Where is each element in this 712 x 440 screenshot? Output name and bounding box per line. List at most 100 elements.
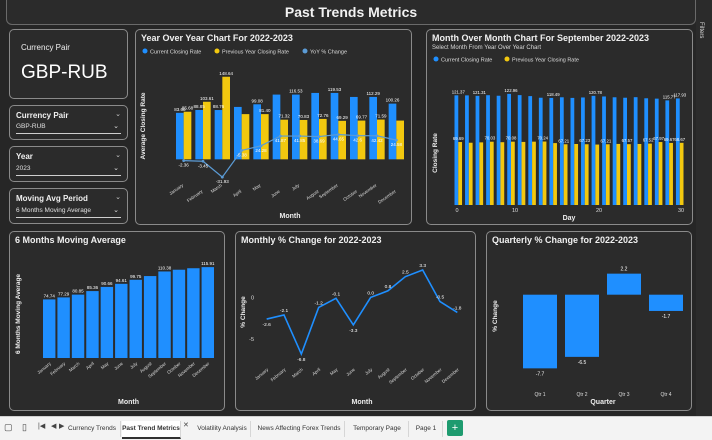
x-tick-label: November	[424, 367, 443, 384]
bar-current	[612, 97, 617, 205]
data-label: 70.03	[485, 136, 496, 141]
chevron-down-icon[interactable]: ⌄	[113, 121, 119, 133]
filter-currency-pair[interactable]: Currency Pair ⌄ GBP-RUB ⌄	[9, 105, 128, 140]
bar-moving-average	[172, 269, 186, 358]
x-tick-label: 30	[678, 208, 684, 214]
data-label: 88.85	[194, 104, 206, 109]
desktop-view-icon[interactable]: ▢	[4, 422, 13, 433]
tab-volatility-analysis[interactable]: Volatility Analysis	[194, 421, 251, 437]
bar-current	[388, 103, 397, 160]
quarterly-change-chart-card[interactable]: Quarterly % Change for 2022-2023 % Chang…	[486, 231, 692, 411]
legend-marker	[214, 48, 220, 54]
bar-current	[350, 96, 358, 160]
dropdown-value: 2023	[16, 165, 31, 172]
yoy-label: 44.65	[333, 137, 345, 142]
bar-current	[559, 97, 564, 205]
bar-current	[517, 95, 522, 205]
tab-temporary-page[interactable]: Temporary Page	[346, 421, 409, 437]
x-tick-label: December	[441, 367, 460, 384]
bar-current	[644, 98, 649, 205]
data-label: 67.23	[579, 138, 590, 143]
quarterly-change-chart[interactable]: % Change Quarter -7.7 Qtr 1 -6.5 Qtr 2 2.2 Qtr …	[487, 246, 690, 409]
legend-marker	[504, 56, 510, 62]
chevron-down-icon[interactable]: ⌄	[115, 151, 121, 159]
chevron-down-icon[interactable]: ⌄	[113, 163, 119, 175]
yoy-label: -5.38	[237, 152, 248, 157]
yoy-chart[interactable]: Current Closing Rate Previous Year Closin…	[136, 46, 410, 222]
data-label: -6.5	[578, 360, 587, 366]
bar-moving-average	[115, 283, 128, 358]
y-axis-label: % Change	[240, 296, 247, 328]
bar-current	[654, 98, 659, 205]
bar-current	[623, 97, 627, 205]
bar-current	[507, 93, 511, 205]
add-page-button[interactable]: +	[447, 420, 463, 436]
tab-news-affecting-forex-trends[interactable]: News Affecting Forex Trends	[254, 421, 345, 437]
yoy-chart-card[interactable]: Year Over Year Chart For 2022-2023 Curre…	[135, 29, 412, 225]
x-tick-label: April	[85, 361, 95, 371]
y-tick-label: -5	[249, 337, 254, 343]
yoy-point	[259, 144, 263, 148]
mom-chart[interactable]: Current Closing Rate Previous Year Closin…	[427, 53, 691, 223]
tab-currency-trends[interactable]: Currency Trends	[64, 421, 121, 437]
bar-current	[486, 95, 490, 205]
bar-current	[475, 95, 480, 205]
filter-year[interactable]: Year ⌄ 2023 ⌄	[9, 146, 128, 182]
bar-current	[581, 97, 585, 205]
mobile-view-icon[interactable]: ▯	[22, 422, 27, 433]
prev-page-icon[interactable]: ◀	[51, 422, 56, 430]
close-icon[interactable]: ✕	[183, 421, 189, 429]
x-axis-label: Month	[118, 399, 139, 406]
data-label: 69.77	[356, 115, 368, 120]
currency-pair-dropdown[interactable]: GBP-RUB ⌄	[16, 121, 121, 134]
data-label: -0.1	[332, 291, 341, 297]
chevron-down-icon[interactable]: ⌄	[113, 205, 119, 217]
filter-moving-avg-period[interactable]: Moving Avg Period ⌄ 6 Months Moving Aver…	[9, 188, 128, 224]
data-label: 71.59	[375, 114, 387, 119]
bar-previous	[553, 143, 557, 205]
yoy-label: 42.42	[371, 138, 383, 143]
moving-avg-chart-card[interactable]: 6 Months Moving Average 6 Months Moving …	[9, 231, 225, 411]
x-tick-label: October	[410, 367, 426, 381]
yoy-label: -31.93	[216, 179, 229, 184]
monthly-change-chart-card[interactable]: Monthly % Change for 2022-2023 % Change M…	[235, 231, 476, 411]
bar-quarterly-change	[649, 294, 683, 311]
data-label: 74.74	[44, 293, 56, 298]
filters-side-panel[interactable]: Filters	[696, 0, 712, 416]
data-label: 99.08	[252, 98, 264, 103]
moving-avg-chart[interactable]: 6 Months Moving AverageMonth74.74January…	[10, 246, 223, 409]
data-label: 88.76	[213, 104, 225, 109]
dropdown-value: 6 Months Moving Average	[16, 207, 92, 214]
yoy-label: 38.69	[313, 139, 325, 144]
x-tick-label: February	[270, 366, 288, 382]
x-tick-label: July	[129, 360, 139, 369]
page-tab-bar: ▢ ▯ |◀ ◀ ▶ Currency Trends Past Trend Me…	[0, 416, 712, 440]
tab-past-trend-metrics[interactable]: Past Trend Metrics	[122, 421, 181, 439]
data-label: 121.37	[452, 89, 466, 94]
x-tick-label: June	[270, 188, 281, 198]
x-tick-label: Qtr 3	[618, 392, 629, 398]
moving-avg-dropdown[interactable]: 6 Months Moving Average ⌄	[16, 205, 121, 218]
mom-chart-card[interactable]: Month Over Month Chart For September 202…	[426, 29, 693, 225]
data-label: 68.67	[674, 137, 685, 142]
filter-label: Year	[16, 152, 33, 161]
y-axis-label: % Change	[492, 300, 499, 332]
tab-page-1[interactable]: Page 1	[410, 421, 443, 437]
data-label: -1.8	[453, 305, 462, 311]
monthly-change-chart[interactable]: % Change Month 0 -5 -2.6 January -2.1 February -…	[236, 246, 474, 409]
bar-current	[602, 96, 606, 205]
chevron-down-icon[interactable]: ⌄	[115, 110, 121, 118]
bar-previous	[669, 142, 673, 205]
data-label: 94.61	[116, 278, 128, 283]
year-dropdown[interactable]: 2023 ⌄	[16, 163, 121, 176]
bar-previous	[500, 142, 505, 205]
first-page-icon[interactable]: |◀	[38, 422, 45, 430]
bar-current	[496, 95, 501, 205]
chart-title: Year Over Year Chart For 2022-2023	[141, 33, 293, 43]
data-label: 77.29	[58, 291, 70, 296]
legend-label: Current Closing Rate	[150, 50, 201, 56]
bar-quarterly-change	[523, 294, 557, 369]
x-tick-label: 20	[596, 208, 602, 214]
x-tick-label: March	[68, 361, 81, 373]
chevron-down-icon[interactable]: ⌄	[115, 193, 121, 201]
